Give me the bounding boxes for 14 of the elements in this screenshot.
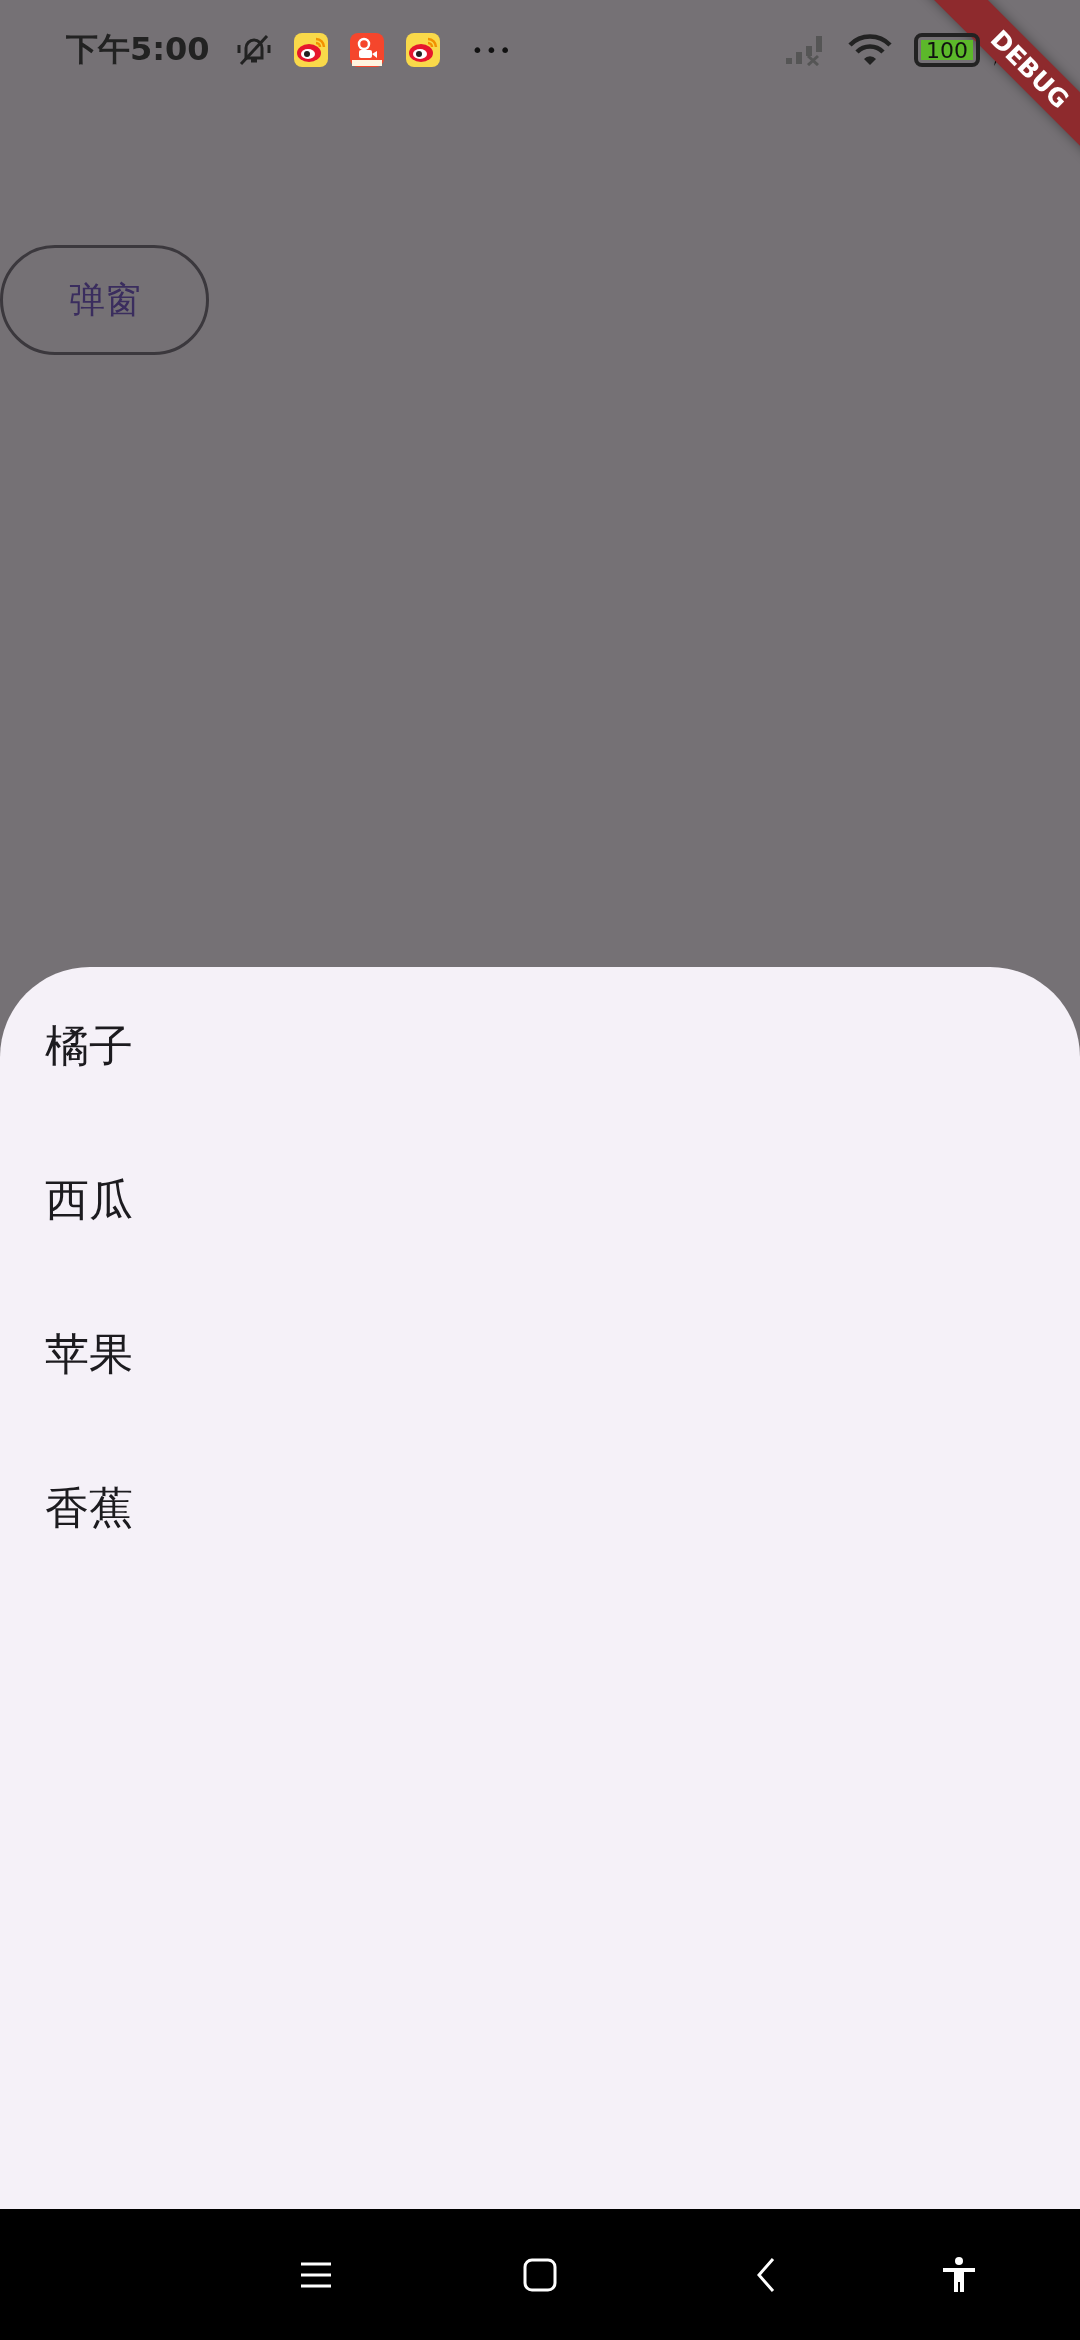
battery-level: 100 <box>914 33 980 67</box>
more-notifications-icon: ••• <box>471 38 513 62</box>
home-icon[interactable] <box>522 2257 558 2293</box>
wifi-icon <box>848 33 892 67</box>
app-notification-icon <box>349 33 384 67</box>
app-notification-icon <box>293 33 328 67</box>
accessibility-icon[interactable] <box>941 2257 977 2293</box>
app-notification-icon <box>405 33 440 67</box>
list-item[interactable]: 香蕉 <box>45 1478 133 1538</box>
status-time: 下午5:00 <box>66 29 210 70</box>
list-item[interactable]: 西瓜 <box>45 1170 133 1230</box>
list-item[interactable]: 苹果 <box>45 1324 133 1384</box>
muted-bell-icon <box>235 32 272 68</box>
list-item[interactable]: 橘子 <box>45 1016 133 1076</box>
